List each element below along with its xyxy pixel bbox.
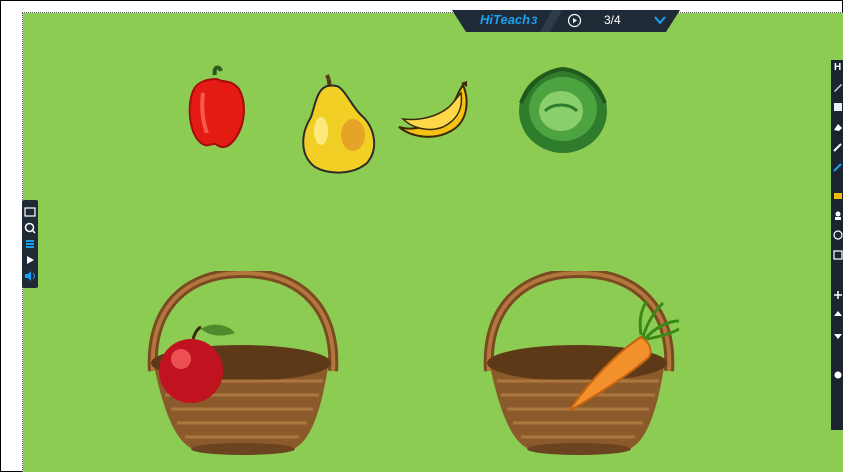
chevron-down-icon[interactable] bbox=[654, 15, 666, 25]
right-toolbar-label: H bbox=[834, 62, 842, 73]
screen-icon[interactable] bbox=[24, 206, 36, 218]
search-icon[interactable] bbox=[24, 222, 36, 234]
brand-logo: HiTeach3 bbox=[480, 12, 538, 27]
stamp-icon[interactable] bbox=[833, 162, 843, 172]
select-icon[interactable] bbox=[833, 142, 843, 152]
delete-icon[interactable] bbox=[833, 330, 843, 340]
basket-with-carrot-image[interactable] bbox=[479, 271, 679, 457]
picker-icon[interactable] bbox=[833, 210, 843, 220]
banana-image[interactable] bbox=[393, 79, 477, 145]
down-icon[interactable] bbox=[833, 310, 843, 320]
list-icon[interactable] bbox=[24, 238, 36, 250]
play-icon[interactable] bbox=[24, 254, 36, 266]
top-toolbar: HiTeach3 3/4 bbox=[452, 10, 680, 32]
timer-icon[interactable] bbox=[567, 13, 582, 28]
zoom-icon[interactable] bbox=[833, 230, 843, 240]
settings-icon[interactable] bbox=[833, 370, 843, 380]
red-pepper-image[interactable] bbox=[183, 63, 253, 151]
pear-image[interactable] bbox=[297, 71, 379, 175]
page-indicator: 3/4 bbox=[604, 13, 621, 27]
highlighter-icon[interactable] bbox=[833, 102, 843, 112]
right-toolbar: H bbox=[831, 60, 843, 430]
basket-with-apple-image[interactable] bbox=[143, 271, 343, 457]
pen-icon[interactable] bbox=[833, 82, 843, 92]
add-icon[interactable] bbox=[833, 250, 843, 260]
up-icon[interactable] bbox=[833, 290, 843, 300]
eraser-icon[interactable] bbox=[833, 122, 843, 132]
slide-canvas[interactable] bbox=[22, 12, 843, 472]
sound-icon[interactable] bbox=[24, 270, 36, 282]
left-toolbar bbox=[22, 200, 38, 288]
timer-icon[interactable] bbox=[833, 190, 843, 200]
cabbage-image[interactable] bbox=[515, 63, 611, 157]
